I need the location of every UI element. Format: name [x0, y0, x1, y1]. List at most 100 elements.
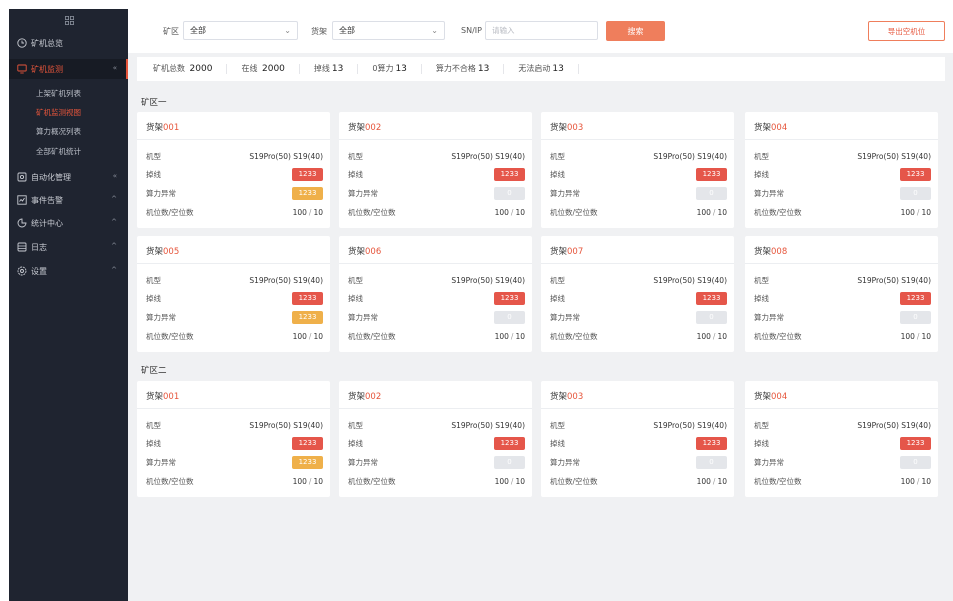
card-divider: [339, 263, 532, 264]
shelf-card[interactable]: 货架006 机型 S19Pro(50) S19(40) 掉线 1233 算力异常 0 机位数/…: [339, 236, 532, 352]
card-divider: [339, 408, 532, 409]
sidebar-subitem-hashrate-list[interactable]: 算力概况列表: [9, 123, 128, 140]
chevron-up-icon[interactable]: ^: [111, 242, 117, 250]
hash-abnormal-badge[interactable]: 0: [494, 186, 525, 200]
shelf-card[interactable]: 货架001 机型 S19Pro(50) S19(40) 掉线 1233 算力异常 1233 机…: [137, 381, 330, 497]
sidebar-item-log[interactable]: 日志 ^: [9, 237, 128, 257]
hash-abnormal-badge[interactable]: 0: [696, 455, 727, 469]
offline-badge[interactable]: 1233: [900, 291, 931, 305]
model-value: S19Pro(50) S19(40): [857, 420, 931, 430]
shelf-card[interactable]: 货架003 机型 S19Pro(50) S19(40) 掉线 1233 算力异常 0 机位数/…: [541, 381, 734, 497]
sidebar-item-automation[interactable]: 自动化管理 «: [9, 167, 128, 187]
slots-row: 机位数/空位数 100/10: [550, 206, 727, 218]
model-label: 机型: [754, 275, 769, 285]
stats-icon: [16, 218, 27, 229]
offline-badge[interactable]: 1233: [292, 291, 323, 305]
offline-badge[interactable]: 1233: [900, 436, 931, 450]
sidebar-item-overview[interactable]: 矿机总览: [9, 33, 128, 53]
hash-abnormal-label: 算力异常: [754, 188, 784, 198]
hash-abnormal-row: 算力异常 0: [754, 455, 931, 469]
zone-title: 矿区二: [141, 366, 167, 376]
offline-badge[interactable]: 1233: [696, 291, 727, 305]
shelf-select[interactable]: 全部 ⌄: [332, 21, 445, 40]
shelf-number: 003: [567, 123, 584, 133]
hash-abnormal-badge[interactable]: 0: [696, 310, 727, 324]
shelf-title: 货架003: [550, 390, 583, 402]
stats-bar: 矿机总数 2000 在线 2000 掉线 13 0算力 13 算力不合格 13 无法启…: [137, 57, 945, 81]
shelf-card[interactable]: 货架003 机型 S19Pro(50) S19(40) 掉线 1233 算力异常 0 机位数/…: [541, 112, 734, 228]
shelf-card[interactable]: 货架004 机型 S19Pro(50) S19(40) 掉线 1233 算力异常 0 机位数/…: [745, 381, 938, 497]
hash-abnormal-badge[interactable]: 0: [696, 186, 727, 200]
slots-separator: /: [308, 207, 312, 217]
offline-badge[interactable]: 1233: [696, 167, 727, 181]
zone-select[interactable]: 全部 ⌄: [183, 21, 298, 40]
chevron-up-icon[interactable]: ^: [111, 266, 117, 274]
search-button[interactable]: 搜索: [606, 21, 665, 41]
hash-abnormal-badge[interactable]: 0: [494, 310, 525, 324]
sidebar-item-statistics[interactable]: 统计中心 ^: [9, 213, 128, 233]
slots-separator: /: [510, 476, 514, 486]
offline-badge[interactable]: 1233: [494, 291, 525, 305]
slots-separator: /: [712, 207, 716, 217]
offline-badge[interactable]: 1233: [494, 167, 525, 181]
sidebar-subitem-all-stats[interactable]: 全部矿机统计: [9, 143, 128, 160]
hash-abnormal-badge[interactable]: 0: [900, 310, 931, 324]
model-label: 机型: [550, 275, 565, 285]
hash-abnormal-badge[interactable]: 1233: [292, 186, 323, 200]
export-empty-slots-button[interactable]: 导出空机位: [868, 21, 945, 41]
hash-abnormal-label: 算力异常: [146, 312, 176, 322]
offline-badge[interactable]: 1233: [292, 167, 323, 181]
slots-empty: 10: [313, 207, 323, 217]
shelf-card[interactable]: 货架005 机型 S19Pro(50) S19(40) 掉线 1233 算力异常 1233 机…: [137, 236, 330, 352]
slots-empty: 10: [717, 331, 727, 341]
chevron-down-icon: ⌄: [431, 26, 438, 35]
shelf-number: 001: [163, 392, 180, 402]
sn-input[interactable]: 请输入: [485, 21, 598, 40]
hash-abnormal-badge[interactable]: 1233: [292, 455, 323, 469]
chevron-double-left-icon[interactable]: «: [113, 172, 117, 180]
hash-abnormal-badge[interactable]: 0: [900, 455, 931, 469]
model-row: 机型 S19Pro(50) S19(40): [146, 274, 323, 286]
offline-badge[interactable]: 1233: [696, 436, 727, 450]
chevron-double-left-icon[interactable]: «: [113, 64, 117, 72]
card-divider: [541, 139, 734, 140]
shelf-prefix: 货架: [146, 392, 164, 402]
shelf-card[interactable]: 货架002 机型 S19Pro(50) S19(40) 掉线 1233 算力异常 0 机位数/…: [339, 112, 532, 228]
shelf-card[interactable]: 货架002 机型 S19Pro(50) S19(40) 掉线 1233 算力异常 0 机位数/…: [339, 381, 532, 497]
hash-abnormal-badge[interactable]: 0: [494, 455, 525, 469]
hash-abnormal-badge[interactable]: 0: [900, 186, 931, 200]
shelf-title: 货架006: [348, 245, 381, 257]
model-label: 机型: [348, 420, 363, 430]
slots-label: 机位数/空位数: [550, 331, 598, 341]
model-row: 机型 S19Pro(50) S19(40): [348, 150, 525, 162]
chevron-up-icon[interactable]: ^: [111, 218, 117, 226]
slots-separator: /: [510, 207, 514, 217]
shelf-card[interactable]: 货架008 机型 S19Pro(50) S19(40) 掉线 1233 算力异常 0 机位数/…: [745, 236, 938, 352]
slots-total: 100: [494, 207, 509, 217]
sidebar-subitem-shelf-list[interactable]: 上架矿机列表: [9, 85, 128, 102]
sidebar: 矿机总览 矿机监测 « 上架矿机列表 矿机监测视图 算力概况列表 全部矿机统计 …: [9, 9, 128, 601]
sidebar-subitem-monitor-view[interactable]: 矿机监测视图: [9, 104, 128, 121]
chevron-up-icon[interactable]: ^: [111, 195, 117, 203]
model-row: 机型 S19Pro(50) S19(40): [550, 419, 727, 431]
shelf-card[interactable]: 货架007 机型 S19Pro(50) S19(40) 掉线 1233 算力异常 0 机位数/…: [541, 236, 734, 352]
offline-badge[interactable]: 1233: [292, 436, 323, 450]
filter-bar: 矿区 全部 ⌄ 货架 全部 ⌄ SN/IP 请输入 搜索 导出空机位: [128, 9, 953, 53]
sn-input-placeholder: 请输入: [492, 26, 515, 35]
offline-badge[interactable]: 1233: [900, 167, 931, 181]
shelf-card[interactable]: 货架004 机型 S19Pro(50) S19(40) 掉线 1233 算力异常 0 机位数/…: [745, 112, 938, 228]
shelf-title: 货架001: [146, 390, 179, 402]
hash-abnormal-row: 算力异常 0: [550, 310, 727, 324]
offline-badge[interactable]: 1233: [494, 436, 525, 450]
slots-row: 机位数/空位数 100/10: [146, 330, 323, 342]
shelf-title: 货架007: [550, 245, 583, 257]
model-label: 机型: [348, 275, 363, 285]
slots-row: 机位数/空位数 100/10: [146, 206, 323, 218]
shelf-card[interactable]: 货架001 机型 S19Pro(50) S19(40) 掉线 1233 算力异常 1233 机…: [137, 112, 330, 228]
sidebar-item-monitor[interactable]: 矿机监测 «: [9, 59, 128, 79]
sidebar-item-settings[interactable]: 设置 ^: [9, 261, 128, 281]
hash-abnormal-badge[interactable]: 1233: [292, 310, 323, 324]
sidebar-item-label: 日志: [31, 242, 47, 252]
slots-row: 机位数/空位数 100/10: [146, 475, 323, 487]
sidebar-item-alerts[interactable]: 事件告警 ^: [9, 190, 128, 210]
